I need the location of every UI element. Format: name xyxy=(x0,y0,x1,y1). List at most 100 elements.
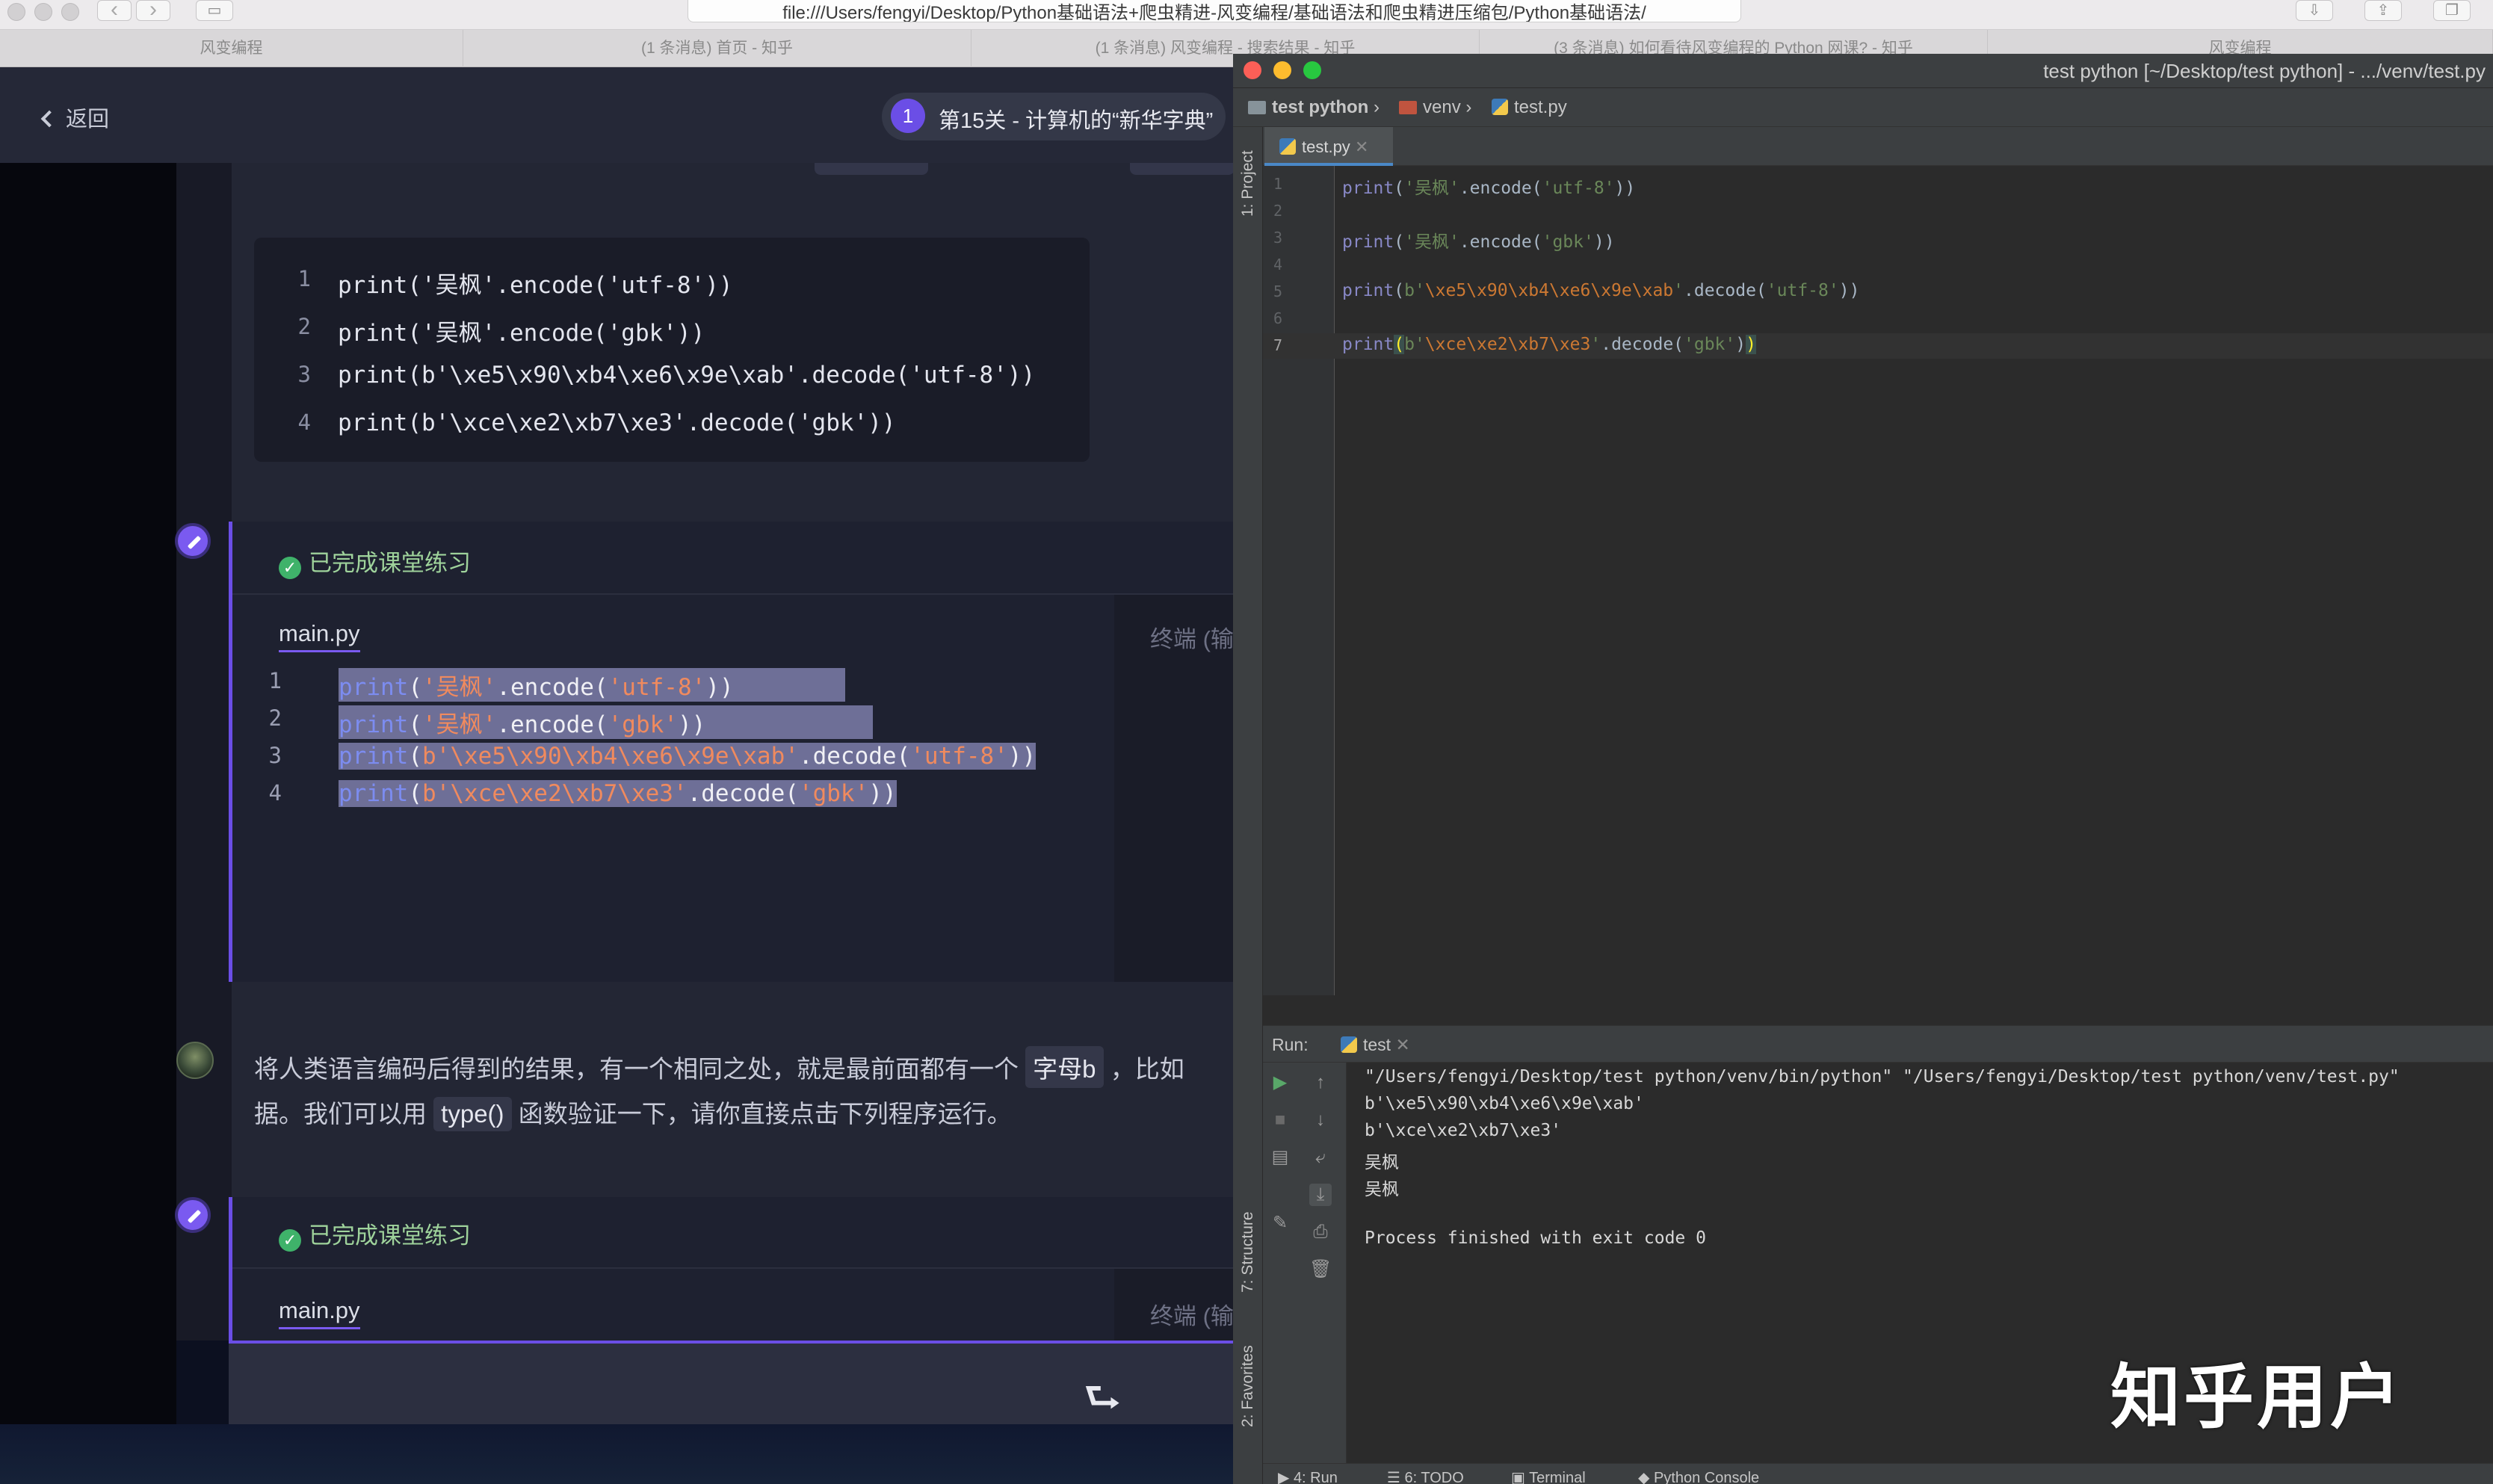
browser-tab[interactable]: 风变编程 xyxy=(0,30,463,67)
line-number: 2 xyxy=(268,705,282,731)
down-arrow-icon[interactable]: ↓ xyxy=(1309,1109,1332,1131)
close-window-button[interactable] xyxy=(7,3,25,21)
console-line: Process finished with exit code 0 xyxy=(1365,1228,1706,1248)
run-panel-header: Run: test ✕ xyxy=(1263,1025,2493,1063)
python-console-tool-button[interactable]: ◆ Python Console xyxy=(1638,1468,1759,1484)
minimize-window-button[interactable] xyxy=(1273,61,1291,79)
inline-code: 字母b xyxy=(1025,1046,1104,1088)
line-number: 4 xyxy=(268,780,282,806)
download-icon[interactable]: ⇩ xyxy=(2296,0,2333,21)
share-icon[interactable]: ⇪ xyxy=(2364,0,2402,21)
breadcrumb-file[interactable]: test.py xyxy=(1492,97,1567,118)
code-text: print('吴枫'.encode('gbk')) xyxy=(339,705,874,739)
lesson-footer xyxy=(229,1341,1233,1424)
terminal-label: 终端 (输 xyxy=(1150,1303,1233,1329)
code-text: print(b'\xce\xe2\xb7\xe3'.decode('gbk')) xyxy=(339,780,897,807)
editor-tab[interactable]: test.py ✕ xyxy=(1264,127,1393,166)
project-tool-tab[interactable]: 1: Project xyxy=(1239,150,1257,217)
paragraph-text: 将人类语言编码后得到的结果，有一个相同之处，就是最前面都有一个 xyxy=(254,1055,1019,1083)
code-line: print('吴枫'.encode('gbk')) xyxy=(1342,232,1615,252)
python-file-icon xyxy=(1341,1036,1357,1053)
page-margin xyxy=(0,163,176,1426)
breadcrumb: test python › venv › test.py xyxy=(1233,88,2493,127)
paragraph-text: 据。我们可以用 xyxy=(254,1100,427,1128)
console-line: 吴枫 xyxy=(1365,1153,1399,1172)
tabs-overview-icon[interactable]: ❐ xyxy=(2433,0,2471,21)
file-tab-main-py[interactable]: main.py xyxy=(279,620,360,652)
favorites-tool-tab[interactable]: 2: Favorites xyxy=(1239,1345,1257,1427)
console-line: "/Users/fengyi/Desktop/test python/venv/… xyxy=(1365,1067,2400,1086)
status-text: 已完成课堂练习 xyxy=(309,550,471,576)
code-text: print(b'\xe5\x90\xb4\xe6\x9e\xab'.decode… xyxy=(338,362,1036,389)
line-number: 2 xyxy=(1273,202,1282,220)
divider xyxy=(232,1267,1233,1269)
close-tab-icon[interactable]: ✕ xyxy=(1395,1035,1409,1054)
lesson-paragraph-line: 据。我们可以用 type() 函数验证一下，请你直接点击下列程序运行。 xyxy=(254,1094,1012,1131)
exercise-card: ✓ 已完成课堂练习 main.py 终端 (输 1 print('吴枫'.encod… xyxy=(229,522,1233,982)
code-text: print('吴枫'.encode('gbk')) xyxy=(338,320,705,347)
pencil-icon xyxy=(175,523,211,559)
minimize-window-button[interactable] xyxy=(34,3,52,21)
line-number: 1 xyxy=(297,266,311,291)
exercise-card: ✓ 已完成课堂练习 main.py 终端 (输 xyxy=(229,1197,1233,1341)
level-number-badge: 1 xyxy=(891,99,925,133)
code-example: 1 print('吴枫'.encode('utf-8')) 2 print('吴枫'… xyxy=(254,238,1090,462)
code-text: print('吴枫'.encode('utf-8')) xyxy=(339,668,845,702)
soft-wrap-icon[interactable]: ⤶ xyxy=(1309,1146,1332,1169)
code-line: print(b'\xe5\x90\xb4\xe6\x9e\xab'.decode… xyxy=(1342,281,1860,300)
breadcrumb-project[interactable]: test python › xyxy=(1248,97,1380,118)
run-config-tab[interactable]: test ✕ xyxy=(1341,1035,1410,1055)
line-number: 7 xyxy=(1273,336,1282,354)
zoom-window-button[interactable] xyxy=(1303,61,1321,79)
trash-icon[interactable]: 🗑 xyxy=(1309,1258,1332,1281)
close-tab-icon[interactable]: ✕ xyxy=(1355,137,1368,156)
tool-window-strip: 1: Project 7: Structure 2: Favorites xyxy=(1233,127,1263,1484)
print-icon[interactable]: ⎙ xyxy=(1309,1221,1332,1243)
browser-tab[interactable]: (1 条消息) 首页 - 知乎 xyxy=(463,30,971,67)
exercise-status: ✓ 已完成课堂练习 xyxy=(279,1216,471,1252)
file-tab-main-py[interactable]: main.py xyxy=(279,1297,360,1329)
back-label: 返回 xyxy=(66,108,110,132)
line-number: 3 xyxy=(1273,229,1282,247)
layout-icon[interactable]: ▤ xyxy=(1269,1146,1291,1169)
up-arrow-icon[interactable]: ↑ xyxy=(1309,1072,1332,1094)
status-text: 已完成课堂练习 xyxy=(309,1222,471,1249)
folder-icon xyxy=(1248,101,1266,114)
sidebar-icon[interactable]: ▭ xyxy=(196,0,233,21)
paragraph-text: 函数验证一下，请你直接点击下列程序运行。 xyxy=(518,1100,1012,1128)
pin-icon[interactable]: ✎ xyxy=(1269,1212,1291,1234)
line-number: 5 xyxy=(1273,282,1282,300)
rerun-icon[interactable]: ▶ xyxy=(1269,1072,1291,1094)
line-number: 3 xyxy=(268,743,282,768)
address-bar[interactable]: file:///Users/fengyi/Desktop/Python基础语法+… xyxy=(688,0,1741,22)
zoom-window-button[interactable] xyxy=(61,3,79,21)
folder-icon xyxy=(1399,101,1417,114)
back-link[interactable]: 返回 xyxy=(40,102,110,133)
paragraph-text: ，比如 xyxy=(1110,1055,1184,1083)
avatar xyxy=(176,1042,214,1079)
terminal-tool-button[interactable]: ▣ Terminal xyxy=(1511,1468,1586,1484)
console-line: b'\xce\xe2\xb7\xe3' xyxy=(1365,1121,1562,1140)
structure-tool-tab[interactable]: 7: Structure xyxy=(1239,1211,1257,1293)
scroll-to-end-icon[interactable]: ⤓ xyxy=(1309,1184,1332,1206)
watermark: 知乎用户 xyxy=(2110,1358,2404,1436)
stop-icon[interactable]: ■ xyxy=(1269,1109,1291,1131)
desktop-background xyxy=(0,1424,1233,1484)
run-tool-button[interactable]: ▶ 4: Run xyxy=(1278,1468,1338,1484)
close-window-button[interactable] xyxy=(1244,61,1261,79)
python-file-icon xyxy=(1492,99,1508,115)
line-number: 6 xyxy=(1273,309,1282,327)
line-number: 3 xyxy=(297,362,311,387)
python-file-icon xyxy=(1279,138,1296,155)
back-arrow-icon[interactable]: ‹ xyxy=(97,0,132,21)
line-number: 1 xyxy=(268,668,282,693)
lesson-paragraph-line: 将人类语言编码后得到的结果，有一个相同之处，就是最前面都有一个 字母b ，比如 xyxy=(254,1046,1184,1088)
ide-window-title: test python [~/Desktop/test python] - ..… xyxy=(2043,60,2486,82)
breadcrumb-folder[interactable]: venv › xyxy=(1399,97,1471,118)
code-text: print('吴枫'.encode('utf-8')) xyxy=(338,272,733,299)
todo-tool-button[interactable]: ☰ 6: TODO xyxy=(1387,1468,1464,1484)
forward-arrow-icon[interactable]: › xyxy=(136,0,170,21)
code-editor[interactable]: 1 print('吴枫'.encode('utf-8')) 2 print('吴枫'… xyxy=(232,668,1114,817)
line-number: 4 xyxy=(297,409,311,435)
code-text: print(b'\xce\xe2\xb7\xe3'.decode('gbk')) xyxy=(338,409,896,436)
